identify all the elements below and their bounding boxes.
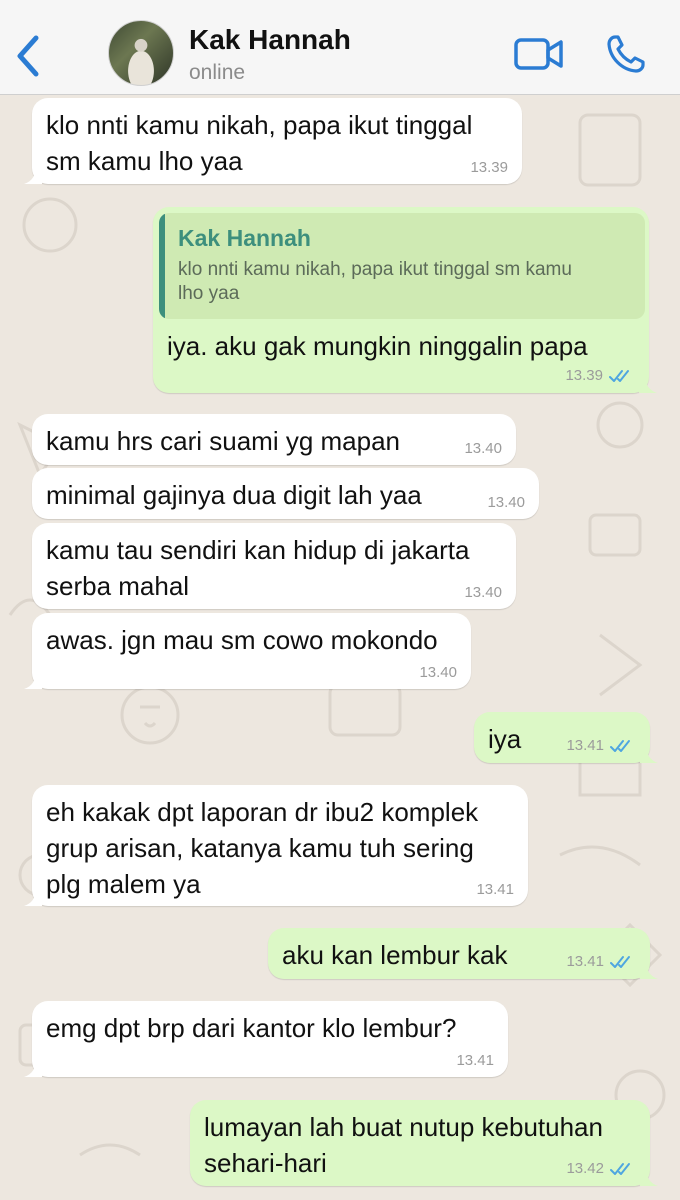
message-text: kamu hrs cari suami yg mapan (46, 426, 401, 456)
read-receipt-icon (610, 1163, 630, 1175)
message-timestamp: 13.41 (566, 953, 604, 970)
message-timestamp: 13.42 (566, 1160, 604, 1177)
message-timestamp: 13.41 (566, 737, 604, 754)
message-timestamp: 13.40 (487, 494, 525, 511)
message-timestamp: 13.39 (565, 367, 603, 384)
phone-icon[interactable] (606, 34, 646, 74)
incoming-message[interactable]: awas. jgn mau sm cowo mokondo 13.40 (24, 613, 471, 689)
message-timestamp: 13.41 (456, 1052, 494, 1069)
message-text: lumayan lah buat nutup kebutuhan sehari-h… (204, 1112, 603, 1178)
read-receipt-icon (610, 956, 630, 968)
quoted-reply[interactable]: Kak Hannah klo nnti kamu nikah, papa ikut… (159, 213, 645, 319)
avatar[interactable] (108, 20, 174, 86)
bubble-tail (24, 888, 42, 906)
outgoing-message[interactable]: iya 13.41 (474, 712, 658, 763)
incoming-message[interactable]: eh kakak dpt laporan dr ibu2 komplek grup… (24, 785, 528, 906)
bubble-tail (24, 166, 42, 184)
message-timestamp: 13.40 (419, 664, 457, 681)
read-receipt-icon (609, 370, 629, 382)
bubble-tail (640, 961, 658, 979)
contact-status: online (189, 61, 246, 84)
outgoing-message[interactable]: lumayan lah buat nutup kebutuhan sehari-h… (190, 1100, 658, 1186)
chevron-left-icon[interactable] (14, 34, 44, 78)
incoming-message[interactable]: kamu hrs cari suami yg mapan 13.40 (32, 414, 516, 465)
message-text: awas. jgn mau sm cowo mokondo (46, 625, 438, 655)
outgoing-message[interactable]: aku kan lembur kak 13.41 (268, 928, 658, 979)
bubble-tail (24, 671, 42, 689)
incoming-message[interactable]: minimal gajinya dua digit lah yaa 13.40 (32, 468, 539, 519)
message-text: minimal gajinya dua digit lah yaa (46, 480, 422, 510)
quote-sender: Kak Hannah (178, 225, 311, 251)
bubble-tail (639, 375, 657, 393)
message-timestamp: 13.40 (464, 440, 502, 457)
message-timestamp: 13.41 (476, 881, 514, 898)
message-timestamp: 13.39 (470, 159, 508, 176)
bubble-tail (640, 745, 658, 763)
contact-name[interactable]: Kak Hannah (189, 24, 351, 56)
read-receipt-icon (610, 740, 630, 752)
message-text: eh kakak dpt laporan dr ibu2 komplek grup… (46, 797, 479, 899)
message-text: iya. aku gak mungkin ninggalin papa (167, 331, 588, 361)
message-text: iya (488, 724, 522, 754)
quote-accent-bar (159, 213, 165, 319)
incoming-message[interactable]: klo nnti kamu nikah, papa ikut tinggal sm… (24, 98, 522, 184)
video-camera-icon[interactable] (514, 37, 564, 71)
quote-text: klo nnti kamu nikah, papa ikut tinggal s… (178, 259, 572, 304)
message-text: emg dpt brp dari kantor klo lembur? (46, 1013, 457, 1043)
message-text: aku kan lembur kak (282, 940, 508, 970)
incoming-message[interactable]: emg dpt brp dari kantor klo lembur? 13.41 (24, 1001, 508, 1077)
bubble-tail (24, 1059, 42, 1077)
outgoing-message[interactable]: Kak Hannah klo nnti kamu nikah, papa ikut… (153, 207, 657, 393)
chat-header: Kak Hannah online (0, 0, 680, 95)
bubble-tail (640, 1168, 658, 1186)
message-timestamp: 13.40 (464, 584, 502, 601)
message-text: kamu tau sendiri kan hidup di jakarta ser… (46, 535, 470, 601)
incoming-message[interactable]: kamu tau sendiri kan hidup di jakarta ser… (32, 523, 516, 609)
message-text: klo nnti kamu nikah, papa ikut tinggal sm… (46, 110, 473, 176)
